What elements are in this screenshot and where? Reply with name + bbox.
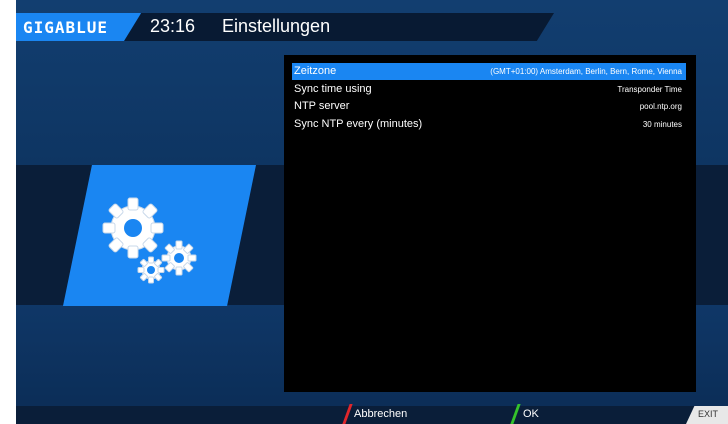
setting-row-timezone[interactable]: Zeitzone (GMT+01:00) Amsterdam, Berlin, … [292, 63, 686, 80]
gears-icon [102, 197, 197, 284]
setting-value: (GMT+01:00) Amsterdam, Berlin, Bern, Rom… [490, 67, 682, 76]
setting-label: NTP server [294, 100, 350, 112]
exit-button[interactable]: EXIT [698, 409, 718, 419]
setting-label: Sync NTP every (minutes) [294, 118, 423, 130]
header-bar: GIGABLUE 23:16 Einstellungen [16, 13, 728, 41]
brand-logo: GIGABLUE [23, 18, 109, 37]
setting-row-ntp-interval[interactable]: Sync NTP every (minutes) 30 minutes [292, 116, 686, 133]
ok-button[interactable]: OK [523, 408, 539, 420]
setting-value: 30 minutes [642, 120, 682, 129]
red-key-icon [342, 404, 353, 424]
screen-edge [0, 0, 16, 424]
green-key-icon [510, 404, 521, 424]
setting-value: Transponder Time [617, 85, 682, 94]
cancel-button[interactable]: Abbrechen [354, 408, 407, 420]
setting-label: Zeitzone [294, 65, 337, 77]
footer-bar: Abbrechen OK EXIT [16, 404, 728, 424]
page-title: Einstellungen [222, 16, 331, 36]
clock: 23:16 [150, 16, 196, 36]
setting-row-ntp-server[interactable]: NTP server pool.ntp.org [292, 98, 686, 115]
settings-panel: Zeitzone (GMT+01:00) Amsterdam, Berlin, … [284, 55, 696, 392]
setting-value: pool.ntp.org [639, 102, 682, 111]
setting-label: Sync time using [294, 83, 372, 95]
setting-row-sync-time[interactable]: Sync time using Transponder Time [292, 81, 686, 98]
